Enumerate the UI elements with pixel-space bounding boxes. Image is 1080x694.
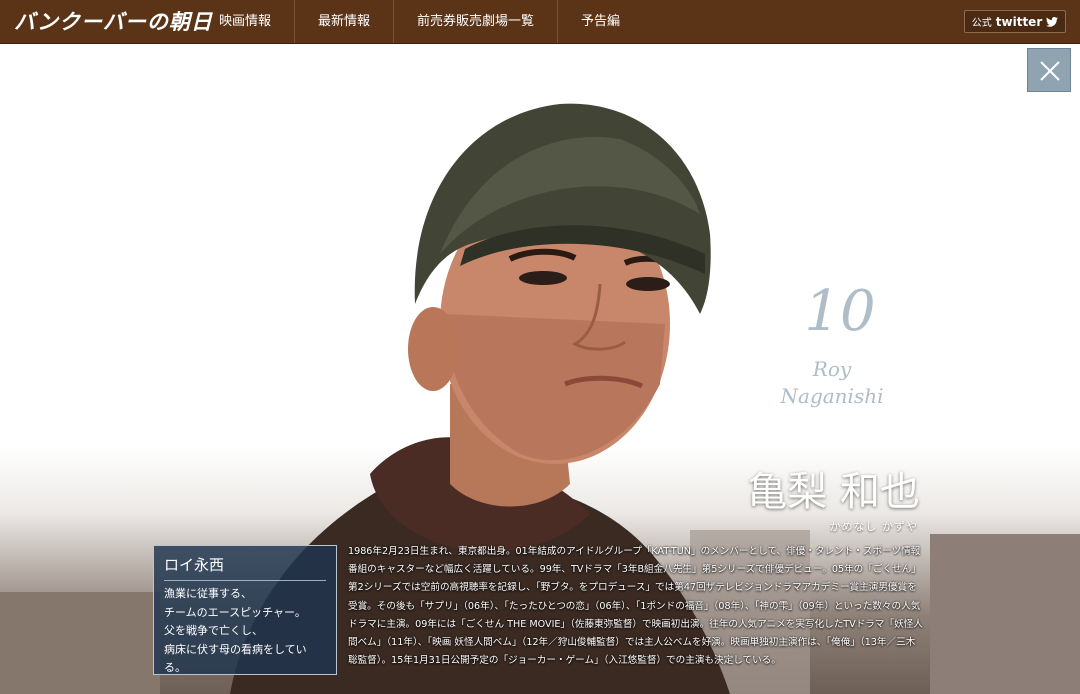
close-button[interactable] [1027,48,1071,92]
official-twitter-button[interactable]: 公式 twitter [964,10,1066,33]
role-description-line: 父を戦争で亡くし、 [164,624,263,637]
actor-name: 亀梨 和也 [747,469,920,515]
character-hero: 10 Roy Naganishi 亀梨 和也 かめなし かずや ロイ永西 漁業に… [0,44,1080,694]
actor-biography: 1986年2月23日生まれ、東京都出身。01年結成のアイドルグループ「KAT-T… [348,546,923,667]
actor-name-kana: かめなし かずや [829,520,918,533]
nav-item-theater-list[interactable]: 前売券販売劇場一覧 [394,0,559,43]
role-info-box: ロイ永西 漁業に従事する、 チームのエースピッチャー。 父を戦争で亡くし、 病床… [153,545,337,675]
top-nav-bar: バンクーバーの朝日 映画情報 最新情報 前売券販売劇場一覧 予告編 公式 twi… [0,0,1080,44]
role-description-line: 病床に伏す母の看病をしている。 [164,642,307,675]
bird-icon [1046,16,1059,27]
role-description-line: 漁業に従事する、 [164,587,252,600]
character-number: 10 [804,279,876,344]
twitter-prefix: 公式 [971,18,992,29]
character-roman-name: Roy Naganishi [780,357,884,408]
close-icon [1040,61,1060,81]
role-description-line: チームのエースピッチャー。 [164,605,306,619]
nav-item-latest-news[interactable]: 最新情報 [295,0,395,43]
role-description: 漁業に従事する、 チームのエースピッチャー。 父を戦争で亡くし、 病床に伏す母の… [164,585,326,678]
role-name: ロイ永西 [164,555,326,581]
nav-item-movie-info[interactable]: 映画情報 [196,0,296,43]
main-nav: 映画情報 最新情報 前売券販売劇場一覧 予告編 [196,0,643,43]
twitter-label: twitter [995,14,1043,29]
nav-item-trailer[interactable]: 予告編 [558,0,643,43]
site-logo[interactable]: バンクーバーの朝日 [14,6,213,36]
